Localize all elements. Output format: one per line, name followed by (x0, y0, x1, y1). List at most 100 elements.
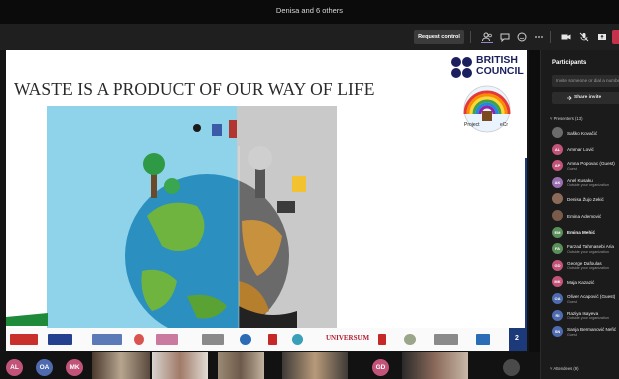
participant-subtitle: Guest (567, 166, 577, 171)
participant-avatar (552, 127, 563, 138)
video-tile[interactable] (218, 352, 264, 379)
invite-input[interactable]: Invite someone or dial a number (552, 75, 619, 87)
title-bar: Denisa and 6 others (0, 0, 619, 24)
slide-accent-strip (525, 158, 527, 330)
more-icon[interactable] (533, 31, 545, 43)
participant-name: George Dafoulas (567, 260, 602, 266)
teams-meeting-window: Denisa and 6 others Request control WAST… (0, 0, 619, 379)
participant-avatar: EM (552, 226, 563, 238)
partner-logo (268, 334, 277, 345)
participant-name: Denisa Žujo Zekić (567, 196, 604, 202)
participant-avatar[interactable]: MK (66, 359, 83, 376)
british-council-wordmark: BRITISH COUNCIL (476, 54, 524, 77)
participant-row[interactable]: Saško Kovačić (552, 126, 619, 140)
participant-name: Emina Mehić (567, 230, 596, 236)
request-control-button[interactable]: Request control (414, 30, 464, 44)
mic-off-icon[interactable] (578, 31, 590, 43)
participant-avatar: MK (552, 276, 563, 288)
participant-name: Oliver Acapović (Guest) (567, 294, 616, 299)
leave-button[interactable] (612, 30, 619, 44)
participant-avatar: FA (552, 243, 563, 255)
participant-avatar: SN (552, 326, 563, 338)
partner-logo (134, 334, 144, 345)
earth-waste-illustration (47, 106, 337, 332)
participant-photo-avatar[interactable] (503, 359, 520, 376)
partner-logo (292, 334, 303, 345)
participant-row[interactable]: AP Amna Popovac (Guest) Guest (552, 159, 619, 173)
participant-subtitle: Outside your organization (567, 316, 610, 321)
participant-row[interactable]: OA Oliver Acapović (Guest) Guest (552, 292, 619, 306)
partner-logo (378, 334, 386, 345)
participant-avatar[interactable]: GD (372, 359, 389, 376)
participant-avatar: GD (552, 259, 563, 271)
share-icon[interactable] (596, 31, 608, 43)
participant-avatar[interactable]: AL (6, 359, 23, 376)
partner-logo (434, 334, 458, 345)
participants-panel: Participants Invite someone or dial a nu… (540, 50, 619, 379)
participant-row[interactable]: FA Farzad Tahmasebi Aria Outside your orga… (552, 242, 619, 256)
participant-row[interactable]: SN Sanja Bermanović Nefić Guest (552, 325, 619, 339)
participant-row[interactable]: AL Ammar Lović (552, 143, 619, 157)
participant-row[interactable]: RI Raziya Isayeva Outside your organizatio… (552, 309, 619, 323)
participant-row[interactable]: EM Emina Mehić (552, 226, 619, 240)
partner-logo (202, 334, 224, 345)
universum-logo: UNIVERSUM (326, 334, 370, 342)
participant-row[interactable]: MK Maja Kazazić (552, 275, 619, 289)
share-invite-button[interactable]: Share invite (552, 92, 619, 104)
project-rainbow-badge: Project eCr (463, 85, 511, 133)
participant-name: Raziya Isayeva (567, 310, 599, 316)
video-gallery-strip: AL OA MK GD (0, 352, 540, 379)
slide-title: WASTE IS A PRODUCT OF OUR WAY OF LIFE (14, 79, 375, 99)
partner-logo (476, 334, 490, 345)
partner-logo (240, 334, 251, 345)
partner-logo (10, 334, 38, 345)
partner-logo (48, 334, 72, 345)
participant-avatar: AL (552, 143, 563, 155)
chat-icon[interactable] (499, 31, 511, 43)
presenters-header[interactable]: ˅ Presenters (13) (550, 116, 582, 121)
svg-text:Project: Project (464, 122, 480, 128)
participant-avatar: AP (552, 160, 563, 172)
participant-name: Amna Popovac (Guest) (567, 161, 615, 167)
participant-name: Ammar Lović (567, 147, 594, 153)
participant-avatar (552, 210, 563, 221)
video-tile[interactable] (282, 352, 348, 379)
share-link-icon (567, 95, 572, 101)
participant-avatar[interactable]: OA (36, 359, 53, 376)
british-council-dots-icon (450, 56, 474, 80)
participant-subtitle: Outside your organization (567, 183, 610, 188)
participant-row[interactable]: Denisa Žujo Zekić (552, 192, 619, 206)
participants-title: Participants (552, 60, 587, 66)
call-toolbar: Request control (0, 24, 619, 50)
participant-avatar: OA (552, 293, 563, 304)
participant-name: Anel Kusaku (567, 177, 593, 183)
participant-row[interactable]: AK Anel Kusaku Outside your organization (552, 176, 619, 190)
participant-subtitle: Outside your organization (567, 249, 610, 254)
participant-name: Saško Kovačić (567, 130, 598, 136)
svg-text:eCr: eCr (500, 122, 508, 128)
partner-logo (156, 334, 178, 345)
people-icon[interactable] (481, 31, 493, 43)
reaction-icon[interactable] (516, 31, 528, 43)
participant-avatar (552, 193, 563, 205)
shared-content-stage: WASTE IS A PRODUCT OF OUR WAY OF LIFE BR… (0, 50, 529, 352)
participant-avatar: RI (552, 309, 563, 321)
toolbar-divider (550, 31, 551, 43)
slide-number: 2 (515, 335, 519, 342)
participant-row[interactable]: Emina Ademović (552, 209, 619, 223)
video-tile[interactable] (152, 352, 208, 379)
participant-name: Maja Kazazić (567, 279, 595, 285)
video-tile[interactable] (92, 352, 150, 379)
meeting-title: Denisa and 6 others (275, 6, 344, 15)
british-council-logo: BRITISH COUNCIL (450, 54, 525, 82)
participant-subtitle: Outside your organization (567, 266, 610, 271)
participant-name: Sanja Bermanović Nefić (567, 327, 617, 333)
presentation-slide: WASTE IS A PRODUCT OF OUR WAY OF LIFE BR… (6, 50, 527, 351)
partner-logo (404, 334, 416, 345)
attendees-header[interactable]: ˅ Attendees (9) (550, 366, 579, 371)
participant-row[interactable]: GD George Dafoulas Outside your organizati… (552, 259, 619, 273)
participant-subtitle: Guest (567, 332, 577, 337)
partner-logo (92, 334, 122, 345)
camera-icon[interactable] (560, 31, 572, 43)
video-tile[interactable] (402, 352, 468, 379)
